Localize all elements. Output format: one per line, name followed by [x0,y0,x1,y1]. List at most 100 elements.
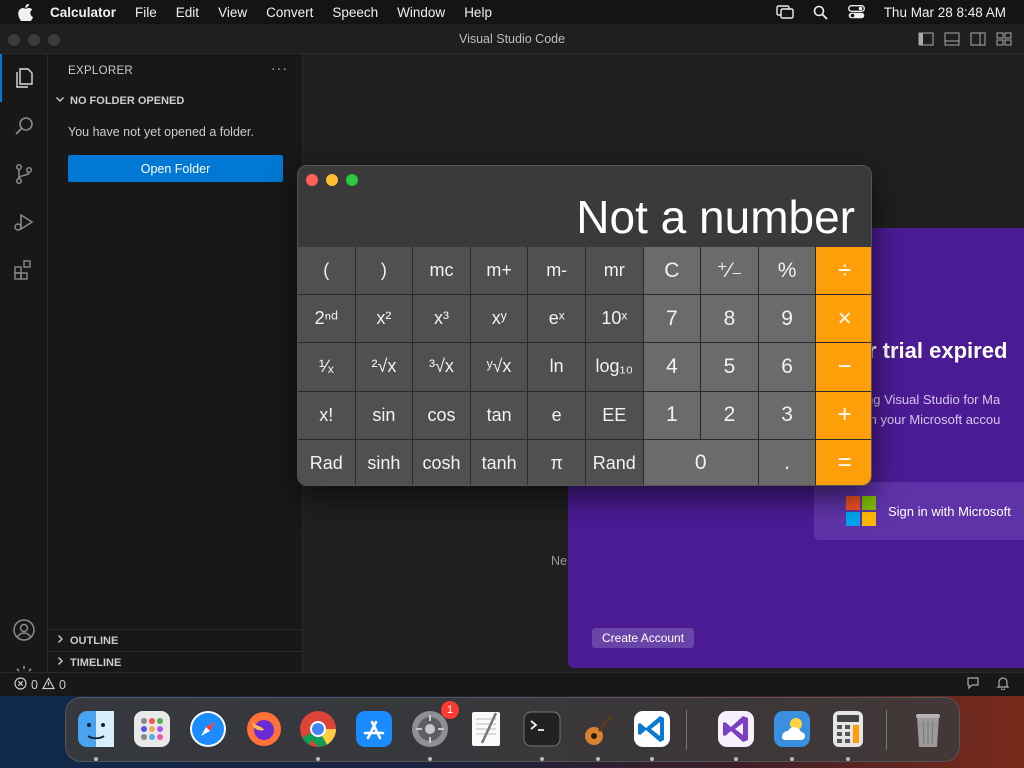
calc-key-button[interactable]: x² [355,295,413,343]
accounts-activity-icon[interactable] [0,606,48,654]
calc-key-button[interactable]: 7 [643,295,701,343]
dock-garageband-icon[interactable] [575,706,621,761]
calc-close-button[interactable] [306,174,318,186]
calc-key-button[interactable]: ⁺∕₋ [701,247,758,295]
calc-key-button[interactable]: 8 [701,295,758,343]
menu-convert[interactable]: Convert [266,5,313,20]
calc-key-button[interactable]: mc [413,247,470,295]
customize-layout-icon[interactable] [996,32,1012,46]
calc-key-button[interactable]: Rand [585,439,643,485]
toggle-primary-sidebar-icon[interactable] [918,32,934,46]
calc-key-button[interactable]: sin [355,391,413,439]
problems-indicator[interactable]: 0 0 [14,676,66,693]
screen-mirroring-icon[interactable] [775,4,794,20]
create-account-button[interactable]: Create Account [592,628,695,648]
calc-key-button[interactable]: x³ [413,295,470,343]
calc-key-button[interactable]: 3 [758,391,816,439]
dock-trash-icon[interactable] [905,706,951,752]
run-debug-activity-icon[interactable] [0,198,48,246]
calc-key-button[interactable]: ln [528,343,585,391]
source-control-activity-icon[interactable] [0,150,48,198]
dock-vscode-icon[interactable] [629,706,675,761]
calc-key-button[interactable]: 9 [758,295,816,343]
dock-firefox-icon[interactable] [241,706,287,752]
calc-key-button[interactable]: 2 [701,391,758,439]
outline-section-header[interactable]: OUTLINE [48,629,303,651]
toggle-panel-icon[interactable] [944,32,960,46]
control-center-icon[interactable] [848,4,866,20]
calc-key-button[interactable]: log₁₀ [585,343,643,391]
timeline-section-header[interactable]: TIMELINE [48,651,303,673]
calc-key-button[interactable]: π [528,439,585,485]
calc-key-button[interactable]: 6 [758,343,816,391]
search-activity-icon[interactable] [0,102,48,150]
dock-system-settings-icon[interactable]: 1 [407,701,459,761]
apple-menu-icon[interactable] [18,3,36,21]
calc-key-button[interactable]: ) [355,247,413,295]
calc-key-button[interactable]: ( [298,247,355,295]
dock-textedit-icon[interactable] [463,706,509,752]
calc-key-button[interactable]: EE [585,391,643,439]
calc-key-button[interactable]: 2ⁿᵈ [298,295,355,343]
menu-window[interactable]: Window [397,5,445,20]
spotlight-search-icon[interactable] [812,4,830,20]
notifications-bell-icon[interactable] [996,676,1010,693]
calc-key-button[interactable]: tan [470,391,528,439]
explorer-more-actions-button[interactable]: ··· [271,60,288,76]
calc-key-button[interactable]: = [816,439,871,485]
calc-key-button[interactable]: xʸ [470,295,528,343]
feedback-icon[interactable] [966,676,980,693]
calc-key-button[interactable]: cosh [413,439,470,485]
calc-key-button[interactable]: cos [413,391,470,439]
dock-app-store-icon[interactable] [351,706,397,752]
dock-safari-icon[interactable] [185,706,231,752]
dock-calculator-icon[interactable] [825,706,871,761]
calc-key-button[interactable]: e [528,391,585,439]
calc-key-button[interactable]: − [816,343,871,391]
calc-key-button[interactable]: tanh [470,439,528,485]
calc-key-button[interactable]: 4 [643,343,701,391]
menu-app-name[interactable]: Calculator [50,5,116,20]
calc-key-button[interactable]: + [816,391,871,439]
menu-view[interactable]: View [218,5,247,20]
dock-visual-studio-icon[interactable] [713,706,759,761]
calc-key-button[interactable]: mr [585,247,643,295]
explorer-activity-icon[interactable] [0,54,48,102]
menu-help[interactable]: Help [464,5,492,20]
open-folder-button[interactable]: Open Folder [68,155,283,182]
calc-key-button[interactable]: 5 [701,343,758,391]
calc-key-button[interactable]: ʸ√x [470,343,528,391]
calc-key-button[interactable]: m- [528,247,585,295]
sign-in-with-microsoft-button[interactable]: Sign in with Microsoft [814,482,1024,540]
calc-key-button[interactable]: eˣ [528,295,585,343]
calc-key-button[interactable]: ¹∕ₓ [298,343,355,391]
menu-bar-clock[interactable]: Thu Mar 28 8:48 AM [884,5,1006,20]
menu-edit[interactable]: Edit [176,5,199,20]
dock-launchpad-icon[interactable] [129,706,175,752]
toggle-secondary-sidebar-icon[interactable] [970,32,986,46]
calc-key-button[interactable]: × [816,295,871,343]
calc-key-button[interactable]: ²√x [355,343,413,391]
calc-key-button[interactable]: Rad [298,439,355,485]
dock-weather-icon[interactable] [769,706,815,761]
calc-key-button[interactable]: sinh [355,439,413,485]
calc-minimize-button[interactable] [326,174,338,186]
calc-key-button[interactable]: ÷ [816,247,871,295]
calc-key-button[interactable]: C [643,247,701,295]
menu-speech[interactable]: Speech [332,5,378,20]
calc-key-button[interactable]: 0 [643,439,758,485]
calc-key-button[interactable]: % [758,247,816,295]
calc-key-button[interactable]: 1 [643,391,701,439]
extensions-activity-icon[interactable] [0,246,48,294]
calc-key-button[interactable]: m+ [470,247,528,295]
menu-file[interactable]: File [135,5,157,20]
no-folder-section-header[interactable]: NO FOLDER OPENED [54,93,184,108]
calc-key-button[interactable]: 10ˣ [585,295,643,343]
calc-key-button[interactable]: . [758,439,816,485]
calc-key-button[interactable]: x! [298,391,355,439]
dock-chrome-icon[interactable] [295,706,341,761]
calc-key-button[interactable]: ³√x [413,343,470,391]
calc-zoom-button[interactable] [346,174,358,186]
dock-finder-icon[interactable] [73,706,119,761]
dock-terminal-icon[interactable] [519,706,565,761]
